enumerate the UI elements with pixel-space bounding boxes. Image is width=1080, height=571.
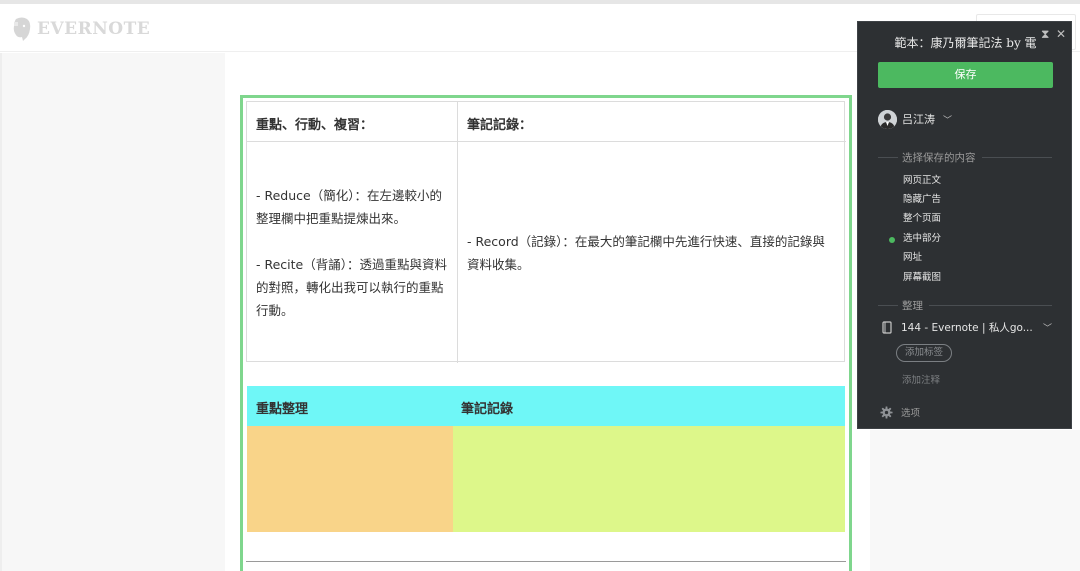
- reduce-text: - Reduce（簡化）：在左邊較小的整理欄中把重點提煉出來。: [256, 187, 442, 226]
- save-button[interactable]: 保存: [878, 62, 1053, 88]
- table-cell: - Record（記錄）：在最大的筆記欄中先進行快速、直接的記錄與資料收集。: [458, 142, 846, 363]
- clip-option-bookmark[interactable]: 网址: [903, 252, 922, 264]
- chevron-down-icon: ﹀: [943, 115, 953, 126]
- recite-text: - Recite（背誦）：透過重點與資料的對照，轉化出我可以執行的重點行動。: [256, 256, 447, 318]
- left-edge-line: [0, 53, 2, 571]
- web-clipper-panel: ⧗ ✕ 範本：康乃爾筆記法 by 電 保存 吕江涛 ﹀ 选择保存的内容 网页正文…: [857, 21, 1072, 429]
- table-header-cell: 重點、行動、複習：: [247, 102, 458, 142]
- cornell-notes-table: 重點、行動、複習： 筆記記錄： - Reduce（簡化）：在左邊較小的整理欄中把…: [246, 101, 846, 363]
- template-layout-table: 重點整理 筆記記錄: [247, 386, 845, 532]
- clip-option-simplified[interactable]: 隐藏广告: [903, 194, 941, 206]
- user-avatar-icon: [878, 109, 897, 129]
- template-header-cell: 重點整理: [256, 402, 309, 417]
- user-name: 吕江涛: [902, 113, 935, 126]
- elephant-logo-icon: [13, 17, 31, 41]
- notebook-name: 144 - Evernote | 私人go...: [901, 321, 1033, 334]
- organize-section-label: 整理: [878, 298, 1052, 313]
- notes-cell: [453, 426, 845, 532]
- clip-option-full-page[interactable]: 整个页面: [903, 213, 941, 225]
- account-selector[interactable]: 吕江涛 ﹀: [878, 109, 952, 129]
- chevron-down-icon: ﹀: [1042, 323, 1052, 334]
- left-gutter: [0, 53, 225, 571]
- add-note-field[interactable]: 添加注释: [902, 372, 940, 386]
- template-header-cell: 筆記記錄: [461, 402, 514, 417]
- clip-option-screenshot[interactable]: 屏幕截图: [903, 272, 941, 284]
- avatar: [878, 109, 897, 129]
- selected-indicator-icon: [889, 237, 895, 243]
- options-label: 选项: [901, 408, 921, 419]
- content-section-label: 选择保存的内容: [878, 150, 1052, 165]
- table-cell: - Reduce（簡化）：在左邊較小的整理欄中把重點提煉出來。 - Recite…: [247, 142, 458, 363]
- key-points-cell: [247, 426, 453, 532]
- right-gutter: [870, 430, 1080, 571]
- gear-icon: [880, 405, 893, 419]
- clip-option-selection[interactable]: 选中部分: [903, 233, 941, 245]
- add-tag-button[interactable]: 添加标签: [896, 344, 952, 362]
- table-header-cell: 筆記記錄：: [458, 102, 846, 142]
- notebook-selector[interactable]: 144 - Evernote | 私人go... ﹀: [882, 319, 1052, 335]
- template-header-row: 重點整理 筆記記錄: [247, 386, 845, 426]
- clip-title[interactable]: 範本：康乃爾筆記法 by 電: [858, 34, 1073, 51]
- logo-wordmark: EVERNOTE: [37, 19, 151, 39]
- evernote-logo[interactable]: EVERNOTE: [12, 16, 150, 42]
- record-text: - Record（記錄）：在最大的筆記欄中先進行快速、直接的記錄與資料收集。: [467, 233, 825, 272]
- notebook-icon: [882, 320, 892, 334]
- clip-option-article[interactable]: 网页正文: [903, 175, 941, 187]
- options-link[interactable]: 选项: [880, 405, 920, 419]
- divider: [246, 561, 846, 562]
